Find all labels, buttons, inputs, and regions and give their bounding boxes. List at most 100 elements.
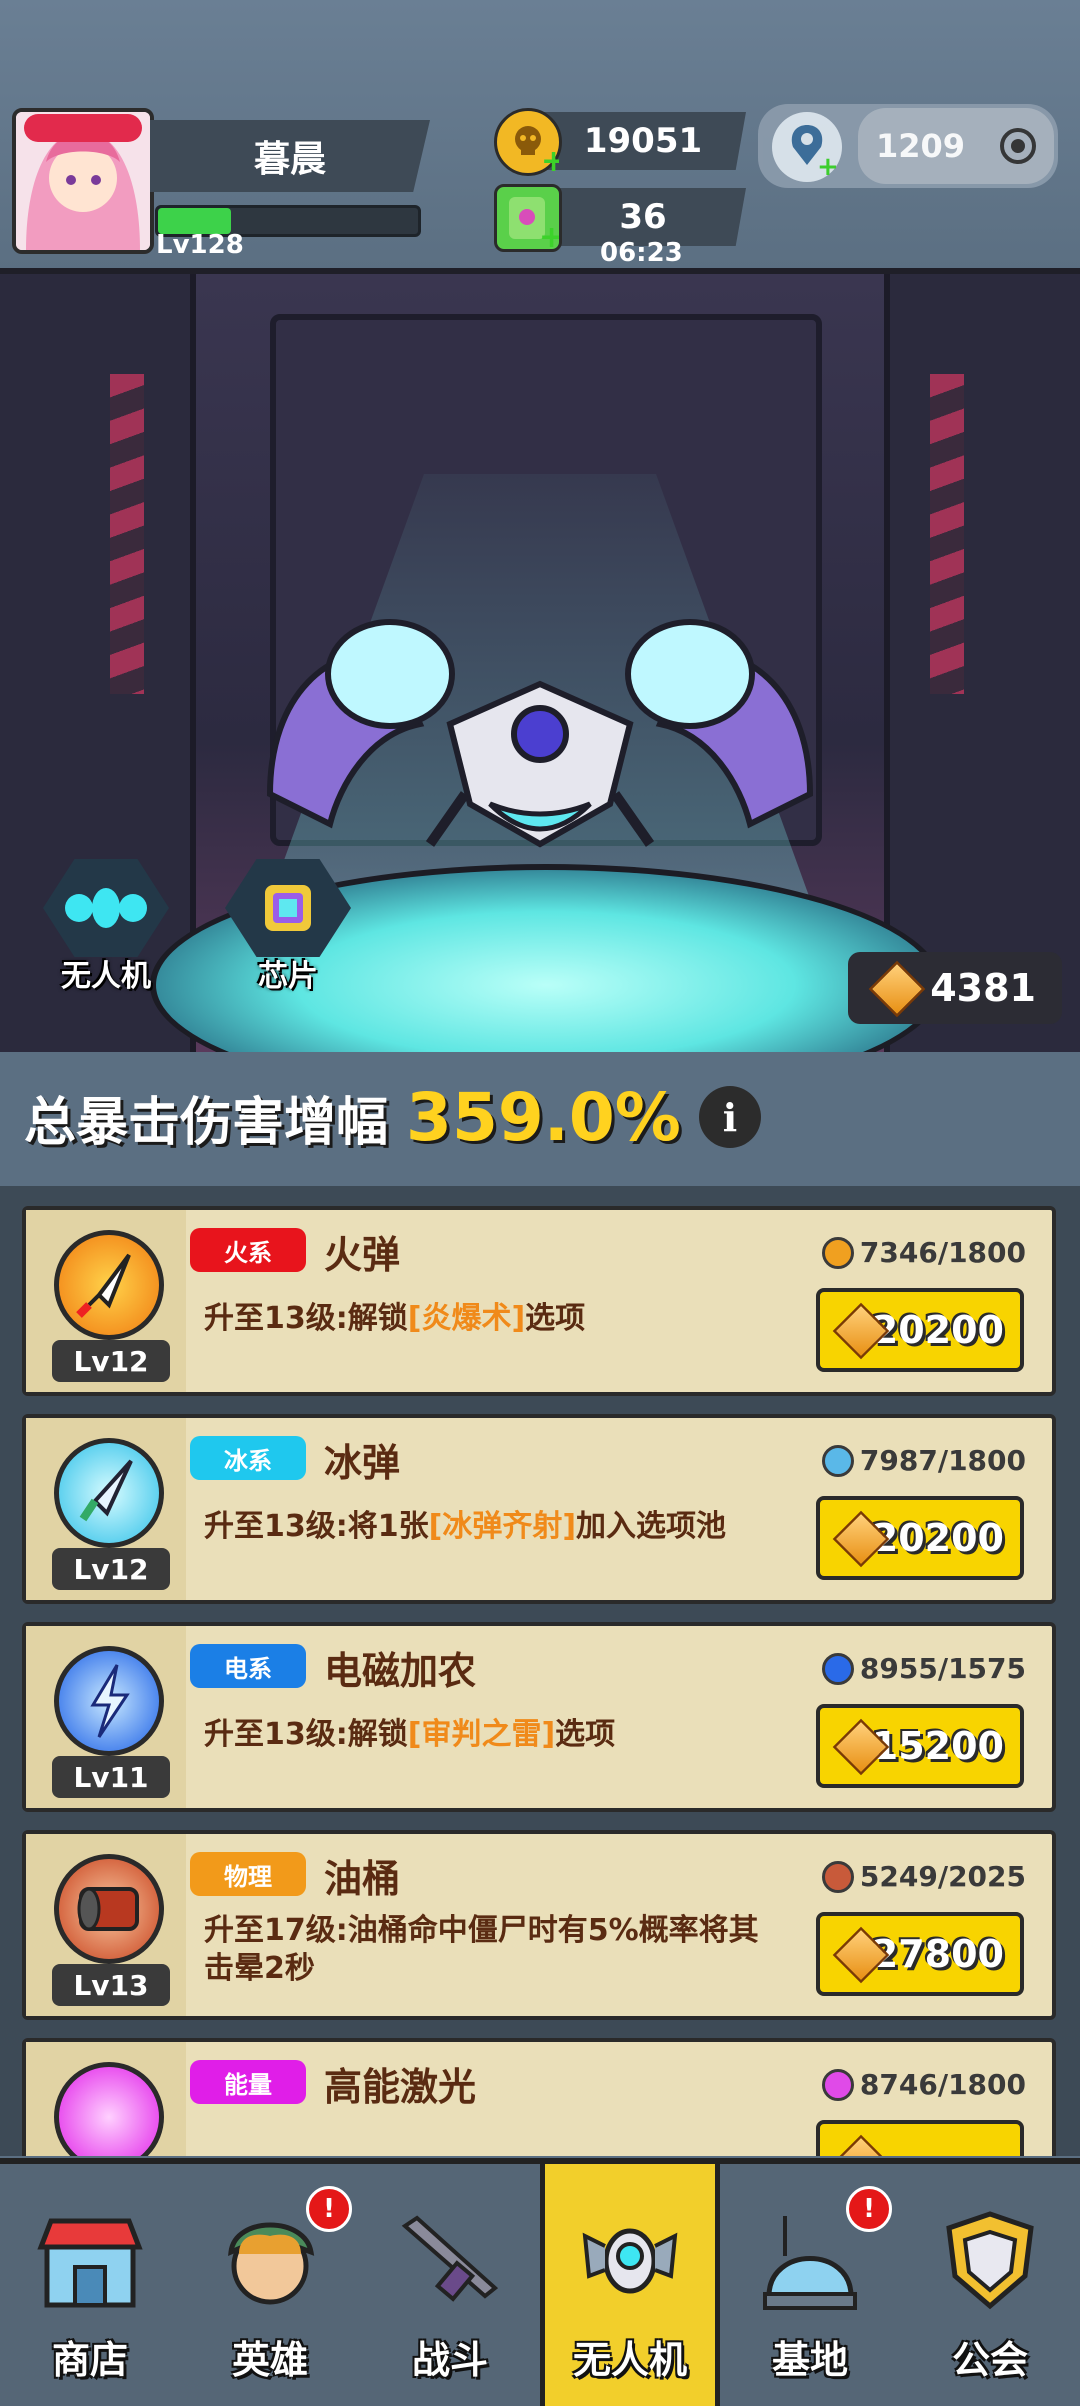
fragment-counter: 5249/2025 [821,1860,1026,1893]
element-tag: 火系 [190,1228,306,1272]
element-tag: 电系 [190,1644,306,1688]
svg-text:+: + [817,152,837,177]
gem-value-box: 1209 [858,108,1054,184]
item-level: Lv11 [52,1756,170,1798]
nav-guild[interactable]: 公会 [900,2164,1080,2406]
guild-shield-icon [934,2205,1046,2317]
item-title: 油桶 [324,1857,401,1901]
record-icon[interactable] [1000,128,1036,164]
fragment-icon [821,1236,854,1269]
rifle-icon [394,2205,506,2317]
coin-value: 19051 [583,121,703,161]
drone-hangar-scene: 无人机 芯片 4381 [0,268,1080,1060]
shop-icon [34,2205,146,2317]
mode-drone-label: 无人机 [61,959,151,994]
gem-map-pin-icon[interactable]: + [772,112,842,182]
nav-base[interactable]: 基地 ! [720,2164,900,2406]
nav-drone-label: 无人机 [572,2338,687,2382]
fragment-icon [821,1652,854,1685]
element-tag: 能量 [190,2060,306,2104]
drone-mode-icon [43,859,169,957]
mode-chip-button[interactable]: 芯片 [220,859,356,995]
avatar-portrait-icon [16,112,150,250]
top-bar: 暮晨 Lv128 19051 + 36 + 06:23 + 1209 [0,0,1080,270]
hangar-wall-right [884,274,1080,1054]
drone-model-icon[interactable] [250,584,830,884]
player-avatar[interactable] [12,108,154,254]
fragment-icon [821,1860,854,1893]
notification-badge: ! [306,2186,352,2232]
item-level: Lv12 [52,1548,170,1590]
lightning-icon [54,1646,164,1756]
element-tag: 物理 [190,1852,306,1896]
gold-cube-icon [868,960,926,1018]
nav-battle-label: 战斗 [411,2338,488,2382]
item-title: 火弹 [324,1233,401,1277]
upgrade-card-laser[interactable]: 能量 高能激光 8746/1800 [22,2038,1056,2156]
nav-hero-label: 英雄 [231,2338,308,2382]
upgrade-button[interactable]: 20200 [816,1288,1024,1372]
mode-drone-button[interactable]: 无人机 [38,859,174,995]
ice-missile-icon [54,1438,164,1548]
coin-counter: 19051 [540,112,746,170]
item-level: Lv13 [52,1964,170,2006]
nav-shop[interactable]: 商店 [0,2164,180,2406]
nav-shop-label: 商店 [51,2338,128,2382]
hazard-stripe-left [110,374,144,694]
mode-chip-label: 芯片 [258,959,318,994]
item-description: 升至17级:油桶命中僵尸时有5%概率将其击晕2秒 [204,1913,759,1986]
info-icon[interactable]: i [698,1086,761,1148]
item-description: 升至13级:解锁[审判之雷]选项 [204,1717,616,1752]
item-title: 冰弹 [324,1441,401,1485]
nav-drone[interactable]: 无人机 [540,2164,720,2406]
drone-icon [574,2205,686,2317]
item-title: 电磁加农 [324,1649,477,1693]
chip-mode-icon [225,859,351,957]
gold-cube-icon [832,2134,890,2156]
upgrade-card-oil-barrel[interactable]: Lv13 物理 油桶 升至17级:油桶命中僵尸时有5%概率将其击晕2秒 5249… [22,1830,1056,2020]
upgrade-button[interactable]: 20200 [816,1496,1024,1580]
notification-badge: ! [846,2186,892,2232]
fragment-icon [821,2068,854,2101]
energy-can-icon[interactable]: + [494,184,564,255]
item-description: 升至13级:将1张[冰弹齐射]加入选项池 [204,1509,727,1544]
player-level: Lv128 [156,230,244,260]
nav-guild-label: 公会 [951,2338,1028,2382]
fragment-counter: 7987/1800 [821,1444,1026,1477]
stat-value: 359.0% [406,1078,681,1156]
hazard-stripe-right [930,374,964,694]
svg-text:+: + [541,144,559,173]
cube-currency-counter: 4381 [848,952,1062,1024]
fragment-counter: 7346/1800 [821,1236,1026,1269]
gem-value: 1209 [876,127,966,165]
upgrade-button[interactable]: 15200 [816,1704,1024,1788]
upgrade-list[interactable]: Lv12 火系 火弹 升至13级:解锁[炎爆术]选项 7346/1800 202… [0,1186,1080,2156]
upgrade-card-fire-bullet[interactable]: Lv12 火系 火弹 升至13级:解锁[炎爆术]选项 7346/1800 202… [22,1206,1056,1396]
rocket-icon [54,1230,164,1340]
svg-text:+: + [539,220,559,249]
gem-counter-pill: + 1209 [758,104,1058,188]
upgrade-card-ice-bullet[interactable]: Lv12 冰系 冰弹 升至13级:将1张[冰弹齐射]加入选项池 7987/180… [22,1414,1056,1604]
bottom-nav: 商店 英雄 ! 战斗 无人机 基地 ! 公会 [0,2158,1080,2406]
player-name: 暮晨 [150,120,430,192]
item-title: 高能激光 [324,2065,477,2109]
cube-count-value: 4381 [930,966,1036,1010]
nav-battle[interactable]: 战斗 [360,2164,540,2406]
fragment-counter: 8955/1575 [821,1652,1026,1685]
fragment-icon [821,1444,854,1477]
upgrade-button[interactable]: 27800 [816,1912,1024,1996]
item-description: 升至13级:解锁[炎爆术]选项 [204,1301,586,1336]
fragment-counter: 8746/1800 [821,2068,1026,2101]
oil-barrel-icon [54,1854,164,1964]
nav-base-label: 基地 [771,2338,848,2382]
upgrade-button[interactable] [816,2120,1024,2156]
crit-damage-stat: 总暴击伤害增幅 359.0% i [0,1052,1080,1182]
item-level: Lv12 [52,1340,170,1382]
energy-value: 36 [619,197,667,237]
nav-hero[interactable]: 英雄 ! [180,2164,360,2406]
skull-coin-icon[interactable]: + [494,108,566,179]
element-tag: 冰系 [190,1436,306,1480]
energy-timer: 06:23 [600,238,683,268]
upgrade-card-railgun[interactable]: Lv11 电系 电磁加农 升至13级:解锁[审判之雷]选项 8955/1575 … [22,1622,1056,1812]
stat-label: 总暴击伤害增幅 [24,1092,389,1153]
